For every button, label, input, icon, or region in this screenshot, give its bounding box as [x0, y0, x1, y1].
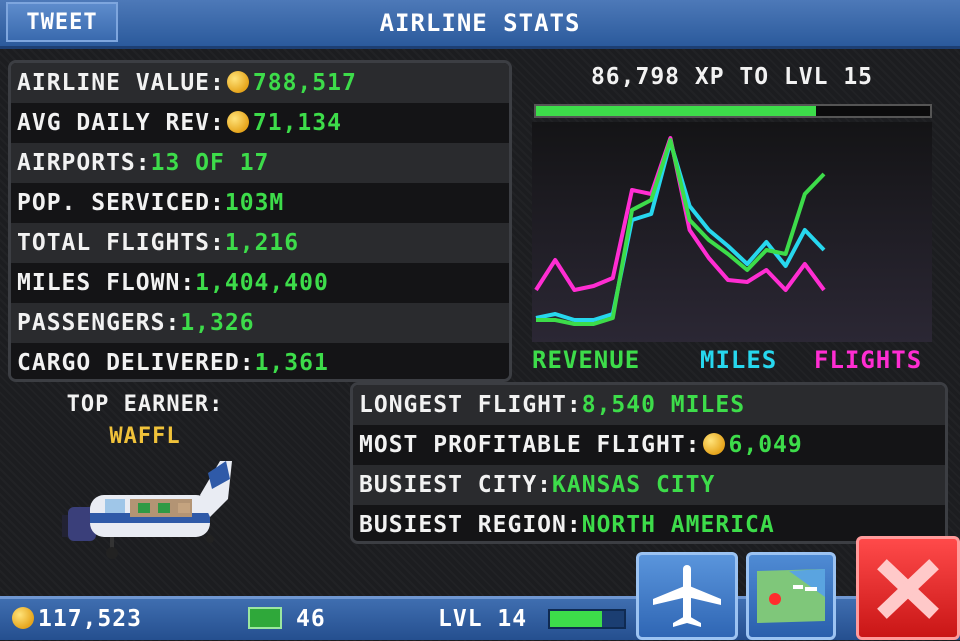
stat-row: AVG DAILY REV: 71,134: [11, 103, 509, 143]
stat-row: TOTAL FLIGHTS:1,216: [11, 223, 509, 263]
stat-value: 1,326: [180, 310, 255, 336]
stat-value: 13 OF 17: [150, 150, 270, 176]
stats-graph: [532, 122, 932, 342]
stat-label: CARGO DELIVERED:: [17, 350, 255, 376]
coin-icon: [226, 111, 249, 133]
record-value: 8,540 MILES: [581, 392, 746, 418]
level-progress-fill: [550, 611, 602, 627]
flights-button[interactable]: [636, 552, 738, 640]
stat-value: 71,134: [252, 110, 342, 136]
xp-progress-bar: [534, 104, 932, 118]
map-icon: [757, 569, 825, 623]
coin-balance-value: 117,523: [38, 606, 142, 632]
coin-icon: [702, 433, 725, 455]
stat-value: 1,404,400: [195, 270, 329, 296]
legend-flights: FLIGHTS: [814, 346, 923, 374]
coin-icon: [12, 607, 34, 629]
top-earner-plane-icon[interactable]: [60, 455, 240, 560]
stat-label: AVG DAILY REV:: [17, 110, 225, 136]
record-row: BUSIEST CITY:KANSAS CITY: [353, 465, 945, 505]
legend-revenue: REVENUE: [532, 346, 641, 374]
stat-label: AIRPORTS:: [17, 150, 151, 176]
record-label: BUSIEST CITY:: [359, 472, 553, 498]
top-earner-name: WAFFL: [109, 424, 181, 449]
record-label: LONGEST FLIGHT:: [359, 392, 582, 418]
bux-balance: 46: [248, 599, 326, 639]
stat-row: CARGO DELIVERED:1,361: [11, 343, 509, 379]
top-earner-label: TOP EARNER:: [66, 392, 224, 417]
stat-label: MILES FLOWN:: [17, 270, 196, 296]
coin-balance: 117,523: [10, 599, 142, 639]
stat-label: PASSENGERS:: [17, 310, 181, 336]
record-label: MOST PROFITABLE FLIGHT:: [359, 432, 701, 458]
map-button[interactable]: [746, 552, 836, 640]
close-button[interactable]: [856, 536, 960, 640]
stat-row: POP. SERVICED:103M: [11, 183, 509, 223]
record-label: BUSIEST REGION:: [359, 512, 582, 538]
record-value: 6,049: [728, 432, 803, 458]
airline-stats-panel: AIRLINE VALUE: 788,517 AVG DAILY REV: 71,1…: [8, 60, 512, 382]
bux-icon: [248, 607, 282, 629]
stat-row: PASSENGERS:1,326: [11, 303, 509, 343]
record-value: KANSAS CITY: [552, 472, 716, 498]
xp-to-next-level: 86,798 XP TO LVL 15: [590, 64, 874, 90]
legend-miles: MILES: [700, 346, 778, 374]
level-progress-bar: [548, 609, 626, 629]
xp-progress-fill: [536, 106, 816, 116]
graph-background: [532, 122, 932, 342]
stat-row: AIRLINE VALUE: 788,517: [11, 63, 509, 103]
stat-value: 1,216: [224, 230, 300, 256]
stat-value: 788,517: [252, 70, 357, 96]
page-title: AIRLINE STATS: [379, 9, 581, 37]
stat-row: AIRPORTS:13 OF 17: [11, 143, 509, 183]
stat-label: TOTAL FLIGHTS:: [17, 230, 225, 256]
record-row: LONGEST FLIGHT:8,540 MILES: [353, 385, 945, 425]
coin-icon: [226, 71, 249, 93]
top-bar: TWEET AIRLINE STATS: [0, 0, 960, 49]
stat-value: 1,361: [254, 350, 329, 376]
stat-label: POP. SERVICED:: [17, 190, 225, 216]
stat-row: MILES FLOWN:1,404,400: [11, 263, 509, 303]
player-level: LVL 14: [438, 606, 528, 632]
flight-records-panel: LONGEST FLIGHT:8,540 MILES MOST PROFITAB…: [350, 382, 948, 544]
close-icon: [877, 559, 939, 619]
stat-value: 103M: [224, 190, 285, 216]
airplane-icon: [653, 565, 721, 627]
record-value: NORTH AMERICA: [581, 512, 775, 538]
stat-label: AIRLINE VALUE:: [17, 70, 225, 96]
bux-balance-value: 46: [296, 606, 326, 632]
record-row: MOST PROFITABLE FLIGHT: 6,049: [353, 425, 945, 465]
